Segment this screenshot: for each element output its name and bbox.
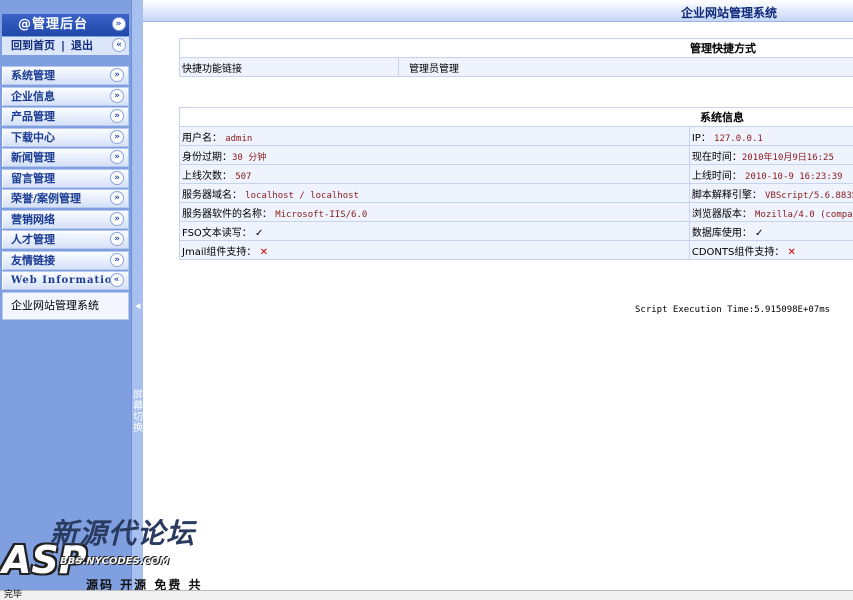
menu-products[interactable]: 产品管理 » xyxy=(2,107,129,127)
admin-management-link[interactable]: 管理员管理 xyxy=(398,57,853,77)
menu-talent[interactable]: 人才管理 » xyxy=(2,230,129,250)
info-label: 上线时间： xyxy=(691,170,742,182)
info-label: 身份过期： xyxy=(182,151,232,163)
system-info-heading: 系统信息 xyxy=(179,107,853,127)
chevron-down-icon[interactable]: » xyxy=(110,88,124,103)
info-value: 507 xyxy=(235,171,252,182)
table-row: Jmail组件支持： ✕ CDONTS组件支持： ✕ xyxy=(179,240,853,260)
table-row: 上线次数： 507 上线时间： 2010-10-9 16:23:39 xyxy=(179,164,853,184)
cross-icon: ✕ xyxy=(259,246,268,258)
menu-honors[interactable]: 荣誉/案例管理 » xyxy=(2,189,129,209)
menu-company[interactable]: 企业信息 » xyxy=(2,86,129,106)
menu-system[interactable]: 系统管理 » xyxy=(2,66,129,85)
menu-downloads[interactable]: 下载中心 » xyxy=(2,127,129,147)
sidebar-links: 回到首页 | 退出 « xyxy=(2,37,129,55)
top-bar: 企业网站管理系统 xyxy=(143,0,853,22)
table-row: 服务器域名： localhost / localhost 脚本解释引擎： VBS… xyxy=(179,183,853,203)
info-value: VBScript/5.6.8835 xyxy=(765,190,853,201)
menu-label: 下载中心 xyxy=(11,130,55,144)
forum-watermark-logo: ASP 新源代论坛 BBS.NYCODES.COM 源码 开源 免费 共享 xyxy=(2,510,212,600)
info-label: 服务器软件的名称： xyxy=(182,208,272,220)
info-value: admin xyxy=(225,133,253,144)
chevron-down-icon[interactable]: » xyxy=(110,109,124,124)
web-info-text: 企业网站管理系统 xyxy=(11,299,99,313)
info-label: IP： xyxy=(691,132,711,144)
menu-marketing[interactable]: 营销网络 » xyxy=(2,209,129,229)
table-row: 用户名： admin IP： 127.0.0.1 xyxy=(179,126,853,146)
collapse-all-icon[interactable]: » xyxy=(112,17,126,31)
menu-label: 产品管理 xyxy=(11,110,55,124)
chevron-down-icon[interactable]: » xyxy=(110,191,124,206)
info-value: localhost / localhost xyxy=(245,190,359,201)
table-row: FSO文本读写： ✓ 数据库使用： ✓ xyxy=(179,221,853,241)
chevron-down-icon[interactable]: » xyxy=(110,232,124,247)
info-label: 上线次数： xyxy=(182,170,232,182)
info-label: 脚本解释引擎： xyxy=(691,189,762,201)
admin-app: @管理后台 » 回到首页 | 退出 « 系统管理 » 企业信息 » 产品管理 » 下载中心… xyxy=(0,0,853,600)
main-content: 企业网站管理系统 管理快捷方式 快捷功能链接 管理员管理 系统信息 用户名： a… xyxy=(143,0,853,590)
menu-label: 企业信息 xyxy=(11,89,55,103)
check-icon: ✓ xyxy=(254,227,264,239)
check-icon: ✓ xyxy=(755,227,764,239)
chevron-down-icon[interactable]: » xyxy=(110,129,124,144)
menu-label: 留言管理 xyxy=(11,171,55,185)
web-information-panel: 企业网站管理系统 xyxy=(2,292,129,321)
sidebar-header: @管理后台 » xyxy=(2,14,129,36)
link-separator: | xyxy=(61,39,66,52)
info-label: 用户名： xyxy=(182,132,222,144)
chevron-down-icon[interactable]: » xyxy=(110,150,124,165)
page-title: 企业网站管理系统 xyxy=(681,6,778,20)
status-text: 完毕 xyxy=(4,590,23,600)
info-label: 现在时间： xyxy=(691,151,742,163)
menu-web-information[interactable]: Web Information « xyxy=(2,271,129,291)
shortcuts-table: 管理快捷方式 快捷功能链接 管理员管理 xyxy=(179,38,853,77)
menu-links[interactable]: 友情链接 » xyxy=(2,250,129,270)
screen-toggle-splitter[interactable]: ◀ 屏幕切换 xyxy=(131,0,143,590)
home-link[interactable]: 回到首页 xyxy=(11,39,55,52)
watermark-url: BBS.NYCODES.COM xyxy=(60,556,170,567)
shortcut-links-label: 快捷功能链接 xyxy=(179,57,399,77)
menu-label: 系统管理 xyxy=(11,69,55,82)
chevron-down-icon[interactable]: » xyxy=(110,170,124,185)
info-label: 数据库使用： xyxy=(691,227,752,239)
system-info-table: 系统信息 用户名： admin IP： 127.0.0.1 身份过期：30 分钟… xyxy=(179,107,853,260)
info-label: CDONTS组件支持： xyxy=(691,246,785,258)
script-execution-time: Script Execution Time:5.915098E+07ms xyxy=(635,305,831,315)
sidebar: @管理后台 » 回到首页 | 退出 « 系统管理 » 企业信息 » 产品管理 » 下载中心… xyxy=(0,0,131,590)
menu-news[interactable]: 新闻管理 » xyxy=(2,148,129,168)
sidebar-menu: 系统管理 » 企业信息 » 产品管理 » 下载中心 » 新闻管理 » 留言管理 » 荣誉/案… xyxy=(2,66,129,321)
arrow-left-icon[interactable]: ◀ xyxy=(135,302,140,310)
cross-icon: ✕ xyxy=(787,246,796,258)
menu-label: 人才管理 xyxy=(11,233,55,247)
menu-label: 友情链接 xyxy=(11,253,55,267)
chevron-down-icon[interactable]: » xyxy=(110,252,124,267)
menu-label: 荣誉/案例管理 xyxy=(11,192,82,206)
table-row: 服务器软件的名称： Microsoft-IIS/6.0 浏览器版本： Mozil… xyxy=(179,202,853,222)
menu-label: Web Information xyxy=(11,275,121,287)
logout-link[interactable]: 退出 xyxy=(71,39,93,52)
info-value: 2010-10-9 16:23:39 xyxy=(745,171,843,182)
info-value: 2010年10月9日16:25 xyxy=(741,152,834,163)
info-label: FSO文本读写： xyxy=(182,227,252,239)
menu-label: 新闻管理 xyxy=(11,151,55,165)
info-value: Mozilla/4.0 (compat xyxy=(755,209,853,220)
table-row: 身份过期：30 分钟 现在时间：2010年10月9日16:25 xyxy=(179,145,853,165)
expand-links-icon[interactable]: « xyxy=(112,38,126,52)
shortcuts-heading: 管理快捷方式 xyxy=(179,38,853,58)
menu-label: 营销网络 xyxy=(11,212,55,226)
watermark-title: 新源代论坛 xyxy=(50,517,196,550)
menu-messages[interactable]: 留言管理 » xyxy=(2,168,129,188)
info-label: 浏览器版本： xyxy=(691,208,752,220)
info-value: Microsoft-IIS/6.0 xyxy=(275,209,368,220)
chevron-down-icon[interactable]: » xyxy=(110,68,124,82)
browser-status-bar: 完毕 xyxy=(0,590,853,600)
info-value: 127.0.0.1 xyxy=(714,133,763,144)
info-value: 30 分钟 xyxy=(232,152,267,163)
sidebar-title: @管理后台 xyxy=(18,17,89,32)
chevron-down-icon[interactable]: » xyxy=(110,211,124,226)
info-label: Jmail组件支持： xyxy=(182,246,257,258)
info-label: 服务器域名： xyxy=(182,189,242,201)
chevron-up-icon[interactable]: « xyxy=(110,273,124,288)
